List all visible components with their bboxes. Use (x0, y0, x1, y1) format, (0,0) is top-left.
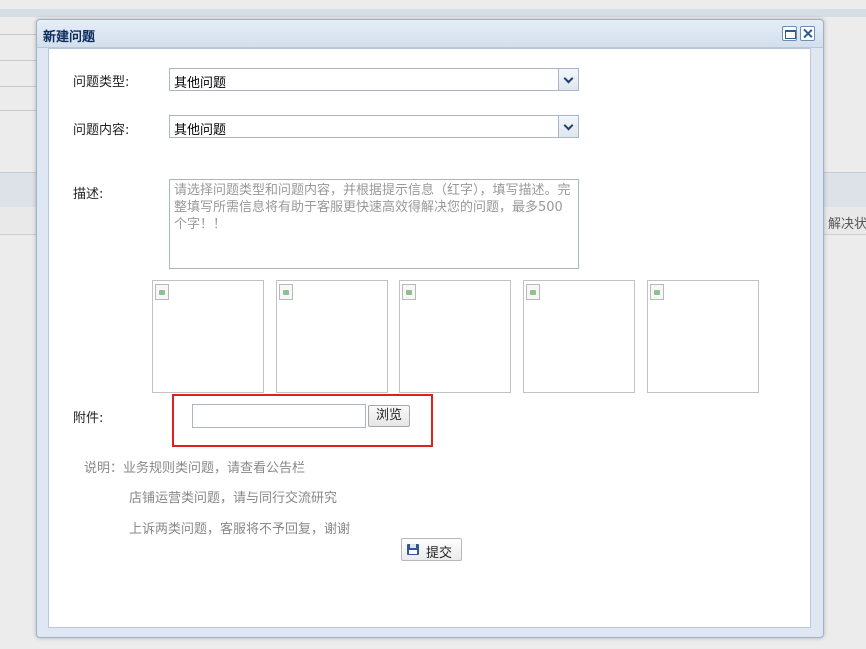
issue-type-value: 其他问题 (174, 76, 227, 91)
dialog-title: 新建问题 (43, 30, 96, 45)
close-icon[interactable] (800, 26, 815, 41)
submit-label: 提交 (426, 546, 453, 561)
issue-type-select[interactable]: 其他问题 (169, 68, 579, 91)
background-divider (0, 86, 40, 87)
dialog-body: 问题类型: 其他问题 问题内容: 其他问题 描述: 请选择问题类型和问题内容，并… (48, 48, 811, 628)
browse-button[interactable]: 浏览 (368, 405, 410, 427)
dialog-header[interactable]: 新建问题 (37, 20, 823, 48)
broken-image-icon (279, 284, 293, 300)
note-line: 说明：业务规则类问题，请查看公告栏 (84, 461, 306, 476)
maximize-icon[interactable] (782, 26, 797, 41)
chevron-down-icon[interactable] (558, 116, 578, 137)
broken-image-icon (650, 284, 664, 300)
chevron-down-icon[interactable] (558, 69, 578, 90)
background-divider (0, 34, 40, 35)
attachment-file-input[interactable] (192, 404, 366, 428)
issue-type-label: 问题类型: (73, 75, 130, 90)
save-icon (407, 544, 419, 555)
note-line: 店铺运营类问题，请与同行交流研究 (129, 491, 338, 506)
issue-content-select[interactable]: 其他问题 (169, 115, 579, 138)
image-upload-slot[interactable] (399, 280, 511, 393)
broken-image-icon (402, 284, 416, 300)
background-top-bar (0, 9, 866, 17)
broken-image-icon (155, 284, 169, 300)
background-column-header: 解决状 (828, 217, 866, 232)
image-upload-slot[interactable] (523, 280, 635, 393)
new-issue-dialog: 新建问题 问题类型: 其他问题 问题内容: 其他问题 描述: 请选择问题类型和问… (36, 19, 824, 638)
image-upload-slot[interactable] (152, 280, 264, 393)
submit-button[interactable]: 提交 (401, 538, 462, 561)
background-divider (0, 110, 40, 111)
broken-image-icon (526, 284, 540, 300)
issue-content-value: 其他问题 (174, 123, 227, 138)
attachment-label: 附件: (73, 411, 104, 426)
issue-content-label: 问题内容: (73, 123, 130, 138)
description-textarea[interactable]: 请选择问题类型和问题内容，并根据提示信息（红字），填写描述。完整填写所需信息将有… (169, 179, 579, 269)
image-upload-slot[interactable] (276, 280, 388, 393)
note-line: 上诉两类问题，客服将不予回复，谢谢 (129, 522, 351, 537)
image-upload-slot[interactable] (647, 280, 759, 393)
background-divider (0, 60, 40, 61)
description-label: 描述: (73, 187, 104, 202)
